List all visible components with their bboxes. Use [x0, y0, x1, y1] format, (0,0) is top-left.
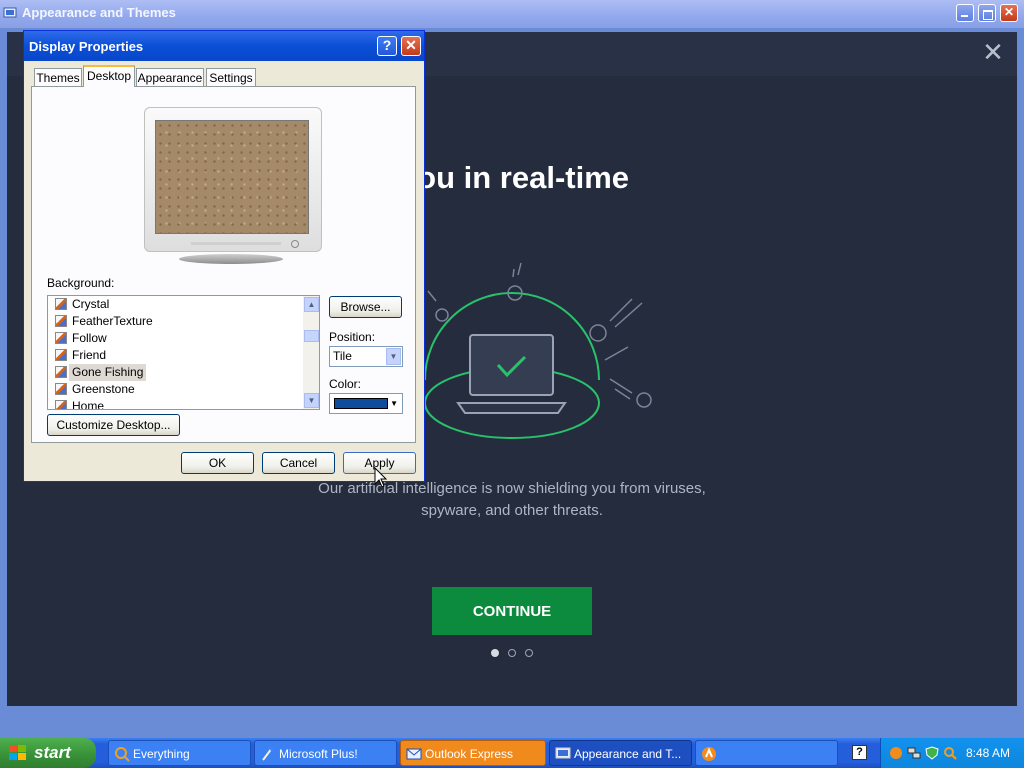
list-item[interactable]: Crystal	[52, 296, 304, 313]
scroll-up-icon[interactable]: ▲	[304, 297, 319, 312]
browse-button[interactable]: Browse...	[329, 296, 402, 318]
outlook-icon	[406, 748, 422, 760]
image-file-icon	[55, 400, 67, 409]
image-file-icon	[55, 298, 67, 310]
page-dot[interactable]	[525, 649, 533, 657]
cancel-button[interactable]: Cancel	[262, 452, 335, 474]
page-dot[interactable]	[508, 649, 516, 657]
minimize-button[interactable]	[956, 4, 974, 22]
color-swatch	[334, 398, 388, 409]
start-button[interactable]: start	[0, 738, 96, 768]
help-icon: ?	[382, 37, 392, 53]
system-tray: 8:48 AM	[880, 738, 1024, 768]
display-icon	[555, 747, 571, 759]
chevron-down-icon[interactable]: ▼	[390, 394, 398, 413]
close-icon: ✕	[405, 37, 417, 53]
monitor-stand	[179, 254, 283, 264]
tab-appearance[interactable]: Appearance	[136, 68, 204, 86]
promo-close-button[interactable]: ✕	[981, 40, 1005, 66]
monitor-bezel-slot	[191, 242, 281, 245]
background-label: Background:	[47, 276, 115, 290]
dialog-close-button[interactable]: ✕	[401, 36, 421, 56]
monitor-power-light	[291, 240, 299, 248]
continue-button[interactable]: CONTINUE	[432, 587, 592, 635]
list-item-selected[interactable]: Gone Fishing	[52, 364, 304, 381]
position-label: Position:	[329, 330, 376, 344]
tab-themes[interactable]: Themes	[34, 68, 82, 86]
customize-desktop-button[interactable]: Customize Desktop...	[47, 414, 180, 436]
network-icon[interactable]	[907, 746, 921, 760]
help-tray-icon[interactable]: ?	[852, 745, 867, 760]
taskbar: start Everything Microsoft Plus! Outlook…	[0, 738, 1024, 768]
color-label: Color:	[329, 377, 362, 391]
monitor-preview	[144, 107, 322, 252]
list-scrollbar[interactable]: ▲ ▼	[303, 296, 319, 409]
scroll-down-icon[interactable]: ▼	[304, 393, 319, 408]
outer-window-title: Appearance and Themes	[22, 5, 176, 20]
ok-button[interactable]: OK	[181, 452, 254, 474]
help-button[interactable]: ?	[377, 36, 397, 56]
dialog-titlebar: Display Properties ? ✕	[24, 31, 424, 61]
list-item[interactable]: Follow	[52, 330, 304, 347]
image-file-icon	[55, 383, 67, 395]
list-item[interactable]: FeatherTexture	[52, 313, 304, 330]
promo-description-line-2: spyware, and other threats.	[421, 502, 603, 519]
task-button-outlook-express[interactable]: Outlook Express	[400, 740, 546, 766]
image-file-icon	[55, 332, 67, 344]
image-file-icon	[55, 315, 67, 327]
outer-window-titlebar: Appearance and Themes ✕	[0, 0, 1024, 28]
appearance-themes-icon	[3, 7, 17, 18]
search-icon	[115, 747, 130, 762]
search-icon[interactable]	[943, 746, 957, 760]
shield-laptop-illustration	[424, 262, 652, 439]
task-button-microsoft-plus[interactable]: Microsoft Plus!	[254, 740, 397, 766]
minimize-icon	[961, 15, 968, 17]
list-item[interactable]: Friend	[52, 347, 304, 364]
restore-button[interactable]	[978, 4, 996, 22]
plus-icon	[262, 747, 274, 761]
tab-settings[interactable]: Settings	[206, 68, 256, 86]
desktop-tab-panel: Background: Crystal FeatherTexture Follo…	[31, 86, 416, 443]
outer-close-button[interactable]: ✕	[1000, 4, 1018, 22]
security-shield-icon[interactable]	[925, 746, 939, 760]
task-button-everything[interactable]: Everything	[108, 740, 251, 766]
dialog-title: Display Properties	[29, 39, 144, 54]
windows-logo-icon	[9, 745, 26, 760]
tab-desktop[interactable]: Desktop	[83, 65, 135, 87]
position-value: Tile	[333, 349, 352, 363]
color-picker[interactable]: ▼	[329, 393, 403, 414]
clock: 8:48 AM	[965, 746, 1010, 760]
chevron-down-icon[interactable]: ▼	[386, 348, 401, 365]
image-file-icon	[55, 366, 67, 378]
restore-icon	[983, 10, 993, 20]
task-button-avast[interactable]	[695, 740, 838, 766]
scroll-thumb[interactable]	[304, 330, 319, 342]
wallpaper-preview	[155, 120, 309, 234]
avast-icon	[702, 747, 716, 761]
mouse-cursor-icon	[374, 467, 388, 488]
position-select[interactable]: Tile ▼	[329, 346, 403, 367]
start-label: start	[34, 743, 71, 762]
tray-app-icon[interactable]	[889, 746, 903, 760]
background-list[interactable]: Crystal FeatherTexture Follow Friend Gon…	[47, 295, 320, 410]
list-item[interactable]: Home	[52, 398, 304, 409]
list-item[interactable]: Greenstone	[52, 381, 304, 398]
promo-description: Our artificial intelligence is now shiel…	[7, 478, 1017, 522]
display-properties-dialog: Display Properties ? ✕ Themes Desktop Ap…	[23, 30, 425, 482]
page-dot[interactable]	[491, 649, 499, 657]
image-file-icon	[55, 349, 67, 361]
close-icon: ✕	[1004, 5, 1015, 19]
task-button-appearance-and-themes[interactable]: Appearance and T...	[549, 740, 692, 766]
